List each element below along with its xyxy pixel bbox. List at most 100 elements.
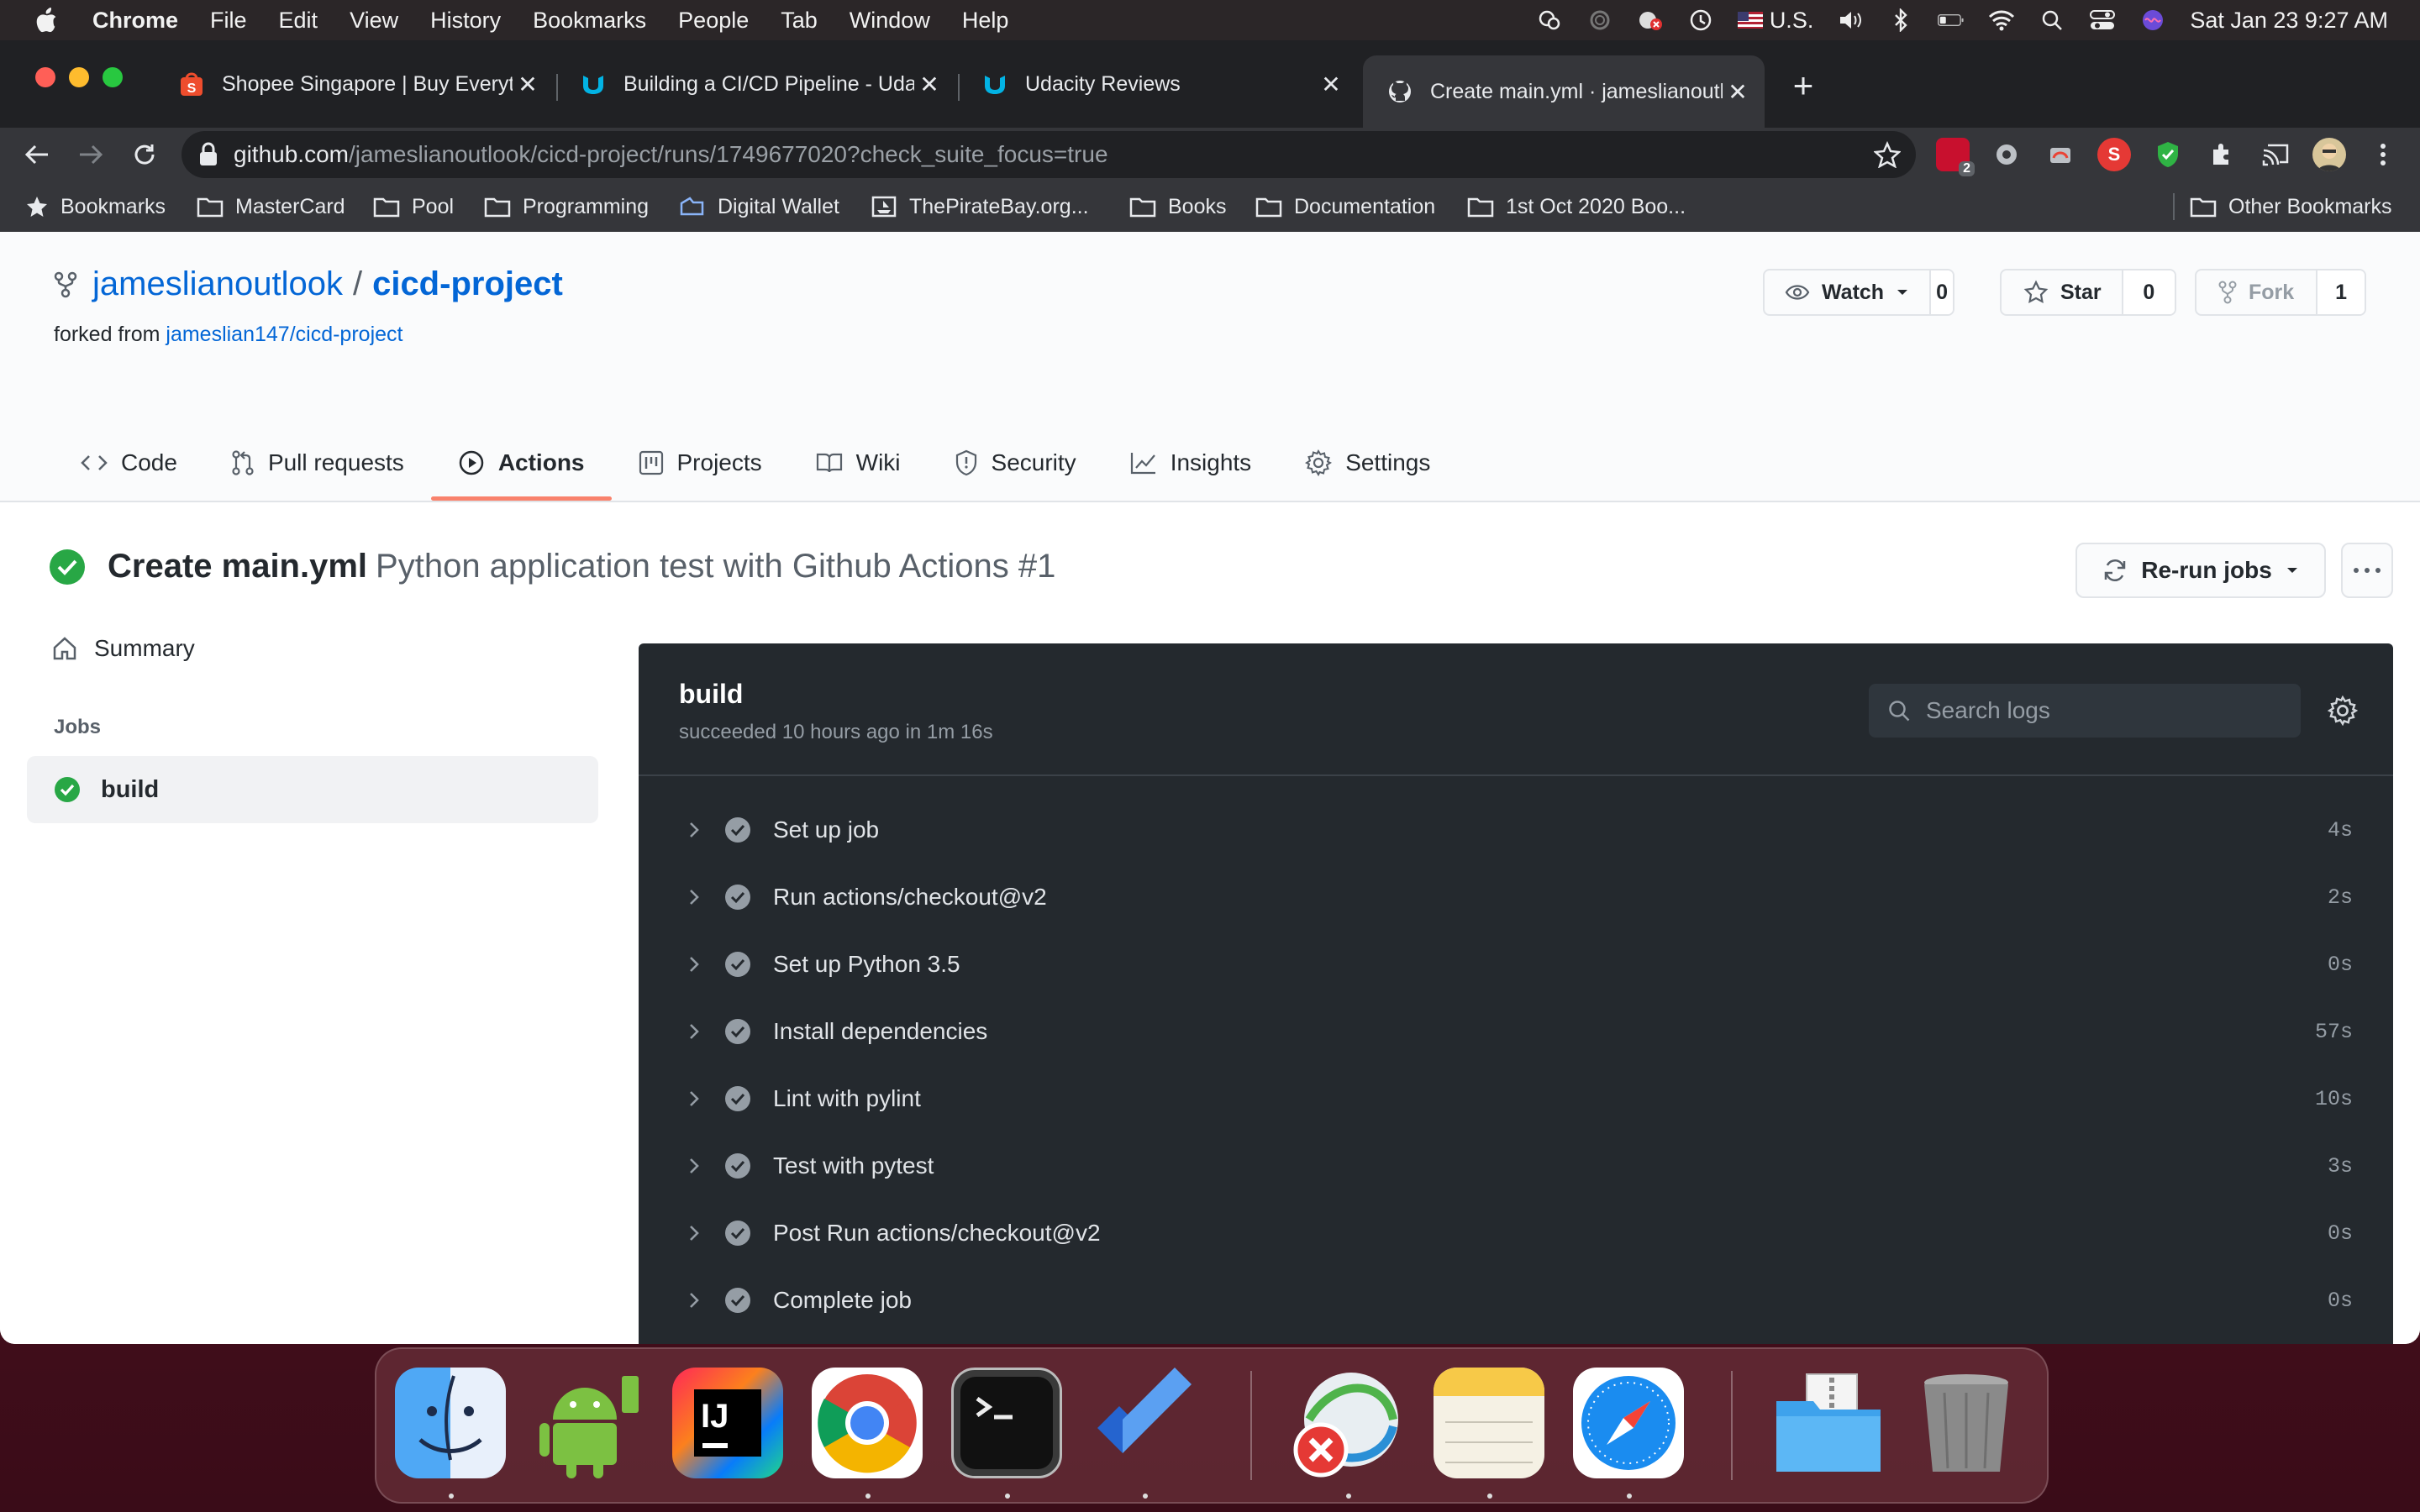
log-step-post-checkout[interactable]: Post Run actions/checkout@v2 0s (639, 1200, 2393, 1267)
search-logs-input[interactable]: Search logs (1869, 684, 2301, 738)
input-source[interactable]: U.S. (1737, 8, 1813, 33)
browser-tab-udacity-course[interactable]: Building a CI/CD Pipeline - Uda ✕ (556, 52, 956, 116)
close-tab-icon[interactable]: ✕ (1316, 69, 1346, 99)
tab-wiki[interactable]: Wiki (789, 427, 928, 499)
intellij-icon[interactable]: IJ (672, 1368, 783, 1478)
spotlight-search-icon[interactable] (2039, 8, 2065, 32)
log-step-test[interactable]: Test with pytest 3s (639, 1132, 2393, 1200)
downloads-folder-icon[interactable] (1773, 1368, 1884, 1478)
extension-calendar-icon[interactable]: 2 (1936, 138, 1975, 176)
log-step-complete-job[interactable]: Complete job 0s (639, 1267, 2393, 1334)
menu-history[interactable]: History (430, 8, 501, 34)
extension-shield-icon[interactable] (2151, 138, 2185, 171)
rerun-jobs-button[interactable]: Re-run jobs (2075, 543, 2326, 598)
menu-view[interactable]: View (350, 8, 398, 34)
browser-tab-shopee[interactable]: S Shopee Singapore | Buy Everyt ✕ (155, 52, 555, 116)
terminal-icon[interactable] (951, 1368, 1062, 1478)
wifi-icon[interactable] (1988, 8, 2015, 32)
repo-name-link[interactable]: cicd-project (372, 265, 563, 303)
bookmarks-manager[interactable]: Bookmarks (25, 192, 166, 222)
star-button[interactable]: Star (2002, 270, 2123, 314)
menu-app-name[interactable]: Chrome (92, 8, 178, 34)
menu-help[interactable]: Help (962, 8, 1009, 34)
log-step-lint[interactable]: Lint with pylint 10s (639, 1065, 2393, 1132)
bookmark-folder-mastercard[interactable]: MasterCard (197, 192, 345, 222)
new-tab-button[interactable]: + (1786, 66, 1820, 105)
repo-owner-link[interactable]: jameslianoutlook (92, 265, 343, 303)
time-machine-icon[interactable] (1687, 8, 1714, 32)
finder-icon[interactable] (395, 1368, 506, 1478)
tab-actions[interactable]: Actions (430, 427, 612, 501)
bookmark-star-icon[interactable] (1874, 141, 1901, 168)
sync-status-icon[interactable] (1586, 8, 1613, 32)
more-options-button[interactable] (2341, 543, 2393, 598)
menubar-clock[interactable]: Sat Jan 23 9:27 AM (2190, 8, 2388, 33)
bookmark-folder-programming[interactable]: Programming (484, 192, 649, 222)
menu-people[interactable]: People (678, 8, 749, 34)
log-step-checkout[interactable]: Run actions/checkout@v2 2s (639, 864, 2393, 931)
close-tab-icon[interactable]: ✕ (513, 69, 543, 99)
fork-button[interactable]: Fork (2196, 270, 2316, 314)
watch-count[interactable]: 0 (1929, 270, 1953, 314)
lock-icon[interactable] (198, 142, 218, 167)
log-step-setup-python[interactable]: Set up Python 3.5 0s (639, 931, 2393, 998)
reload-button[interactable] (128, 138, 161, 171)
menu-bookmarks[interactable]: Bookmarks (533, 8, 646, 34)
forked-from-link[interactable]: jameslian147/cicd-project (166, 323, 402, 346)
browser-tab-github-active[interactable]: Create main.yml · jameslianoutl ✕ (1363, 55, 1765, 128)
extensions-puzzle-icon[interactable] (2205, 138, 2238, 171)
tab-settings[interactable]: Settings (1278, 427, 1457, 499)
bookmark-folder-documentation[interactable]: Documentation (1255, 192, 1435, 222)
bookmark-digital-wallet[interactable]: Digital Wallet (679, 192, 839, 222)
todo-icon[interactable] (1089, 1368, 1200, 1478)
log-settings-gear-icon[interactable] (2328, 696, 2358, 726)
android-studio-icon[interactable] (534, 1368, 645, 1478)
extension-grey-icon[interactable] (1990, 138, 2023, 171)
address-bar[interactable]: github.com/jameslianoutlook/cicd-project… (182, 131, 1916, 178)
chrome-menu-icon[interactable] (2366, 138, 2400, 171)
apple-menu-icon[interactable] (34, 7, 59, 34)
summary-link[interactable]: Summary (52, 635, 195, 662)
tab-insights[interactable]: Insights (1103, 427, 1279, 499)
extension-s-icon[interactable]: S (2097, 138, 2131, 171)
notes-icon[interactable] (1434, 1368, 1544, 1478)
profile-avatar[interactable] (2312, 138, 2346, 171)
tab-pull-requests[interactable]: Pull requests (204, 427, 431, 499)
weather-status-icon[interactable] (1536, 8, 1563, 32)
control-center-icon[interactable] (2089, 8, 2116, 32)
siri-icon[interactable] (2139, 8, 2166, 32)
bookmark-thepiratebay[interactable]: ThePirateBay.org... (871, 192, 1089, 222)
trash-icon[interactable] (1911, 1368, 2022, 1478)
job-item-build[interactable]: build (27, 756, 598, 823)
tab-code[interactable]: Code (54, 427, 204, 499)
zoom-window-button[interactable] (103, 67, 123, 87)
star-count[interactable]: 0 (2121, 270, 2175, 314)
bookmark-folder-books[interactable]: Books (1129, 192, 1226, 222)
menu-edit[interactable]: Edit (279, 8, 318, 34)
bookmark-folder-other[interactable]: Other Bookmarks (2190, 192, 2392, 222)
bookmark-folder-oct-2020[interactable]: 1st Oct 2020 Boo... (1467, 192, 1686, 222)
network-app-icon[interactable] (1292, 1368, 1403, 1478)
tab-projects[interactable]: Projects (612, 427, 789, 499)
forward-button[interactable] (74, 138, 108, 171)
network-status-icon[interactable] (1637, 8, 1664, 32)
chrome-icon[interactable] (812, 1368, 923, 1478)
back-button[interactable] (20, 138, 54, 171)
browser-tab-udacity-reviews[interactable]: Udacity Reviews ✕ (958, 52, 1358, 116)
battery-icon[interactable] (1938, 8, 1965, 32)
fork-count[interactable]: 1 (2316, 270, 2365, 314)
safari-icon[interactable] (1573, 1368, 1684, 1478)
menu-file[interactable]: File (210, 8, 247, 34)
close-tab-icon[interactable]: ✕ (914, 69, 944, 99)
bluetooth-icon[interactable] (1887, 8, 1914, 32)
watch-button[interactable]: Watch (1765, 270, 1929, 314)
extension-rainbow-icon[interactable] (2044, 138, 2077, 171)
volume-icon[interactable] (1837, 8, 1864, 32)
tab-security[interactable]: Security (928, 427, 1103, 499)
menu-window[interactable]: Window (850, 8, 930, 34)
cast-icon[interactable] (2259, 138, 2292, 171)
close-window-button[interactable] (35, 67, 55, 87)
log-step-set-up-job[interactable]: Set up job 4s (639, 796, 2393, 864)
minimize-window-button[interactable] (69, 67, 89, 87)
log-step-install-dependencies[interactable]: Install dependencies 57s (639, 998, 2393, 1065)
